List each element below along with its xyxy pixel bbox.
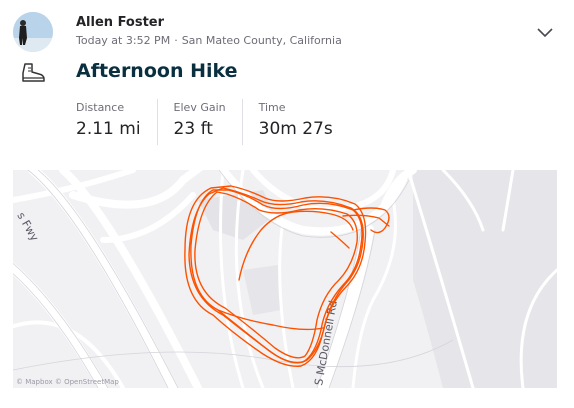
activity-card: Allen Foster Today at 3:52 PM · San Mateo … bbox=[0, 0, 574, 408]
meta-separator: · bbox=[174, 34, 178, 47]
stat-label: Elev Gain bbox=[173, 101, 226, 114]
stat-distance: Distance 2.11 mi bbox=[76, 99, 158, 145]
activity-title[interactable]: Afternoon Hike bbox=[76, 60, 238, 82]
route-map-canvas: s Fwy S McDonnell Rd bbox=[13, 170, 557, 388]
stat-elev-gain: Elev Gain 23 ft bbox=[174, 99, 243, 145]
route-map[interactable]: s Fwy S McDonnell Rd © Mapbox © OpenStre… bbox=[13, 170, 557, 388]
activity-stats: Distance 2.11 mi Elev Gain 23 ft Time 30… bbox=[76, 99, 365, 145]
stat-label: Time bbox=[258, 101, 286, 114]
stat-value: 23 ft bbox=[173, 119, 213, 139]
avatar-photo bbox=[13, 12, 53, 52]
stat-label: Distance bbox=[76, 101, 125, 114]
avatar[interactable] bbox=[13, 12, 53, 52]
stat-value: 2.11 mi bbox=[76, 119, 141, 139]
activity-location: San Mateo County, California bbox=[181, 34, 342, 47]
stat-time: Time 30m 27s bbox=[259, 99, 349, 145]
stat-value: 30m 27s bbox=[258, 119, 333, 139]
activity-meta: Today at 3:52 PM · San Mateo County, Calif… bbox=[76, 34, 342, 47]
hiking-boot-icon bbox=[20, 62, 46, 84]
activity-time: Today at 3:52 PM bbox=[76, 34, 171, 47]
map-attribution[interactable]: © Mapbox © OpenStreetMap bbox=[16, 378, 119, 386]
chevron-down-icon[interactable] bbox=[535, 24, 555, 40]
athlete-name[interactable]: Allen Foster bbox=[76, 15, 164, 30]
